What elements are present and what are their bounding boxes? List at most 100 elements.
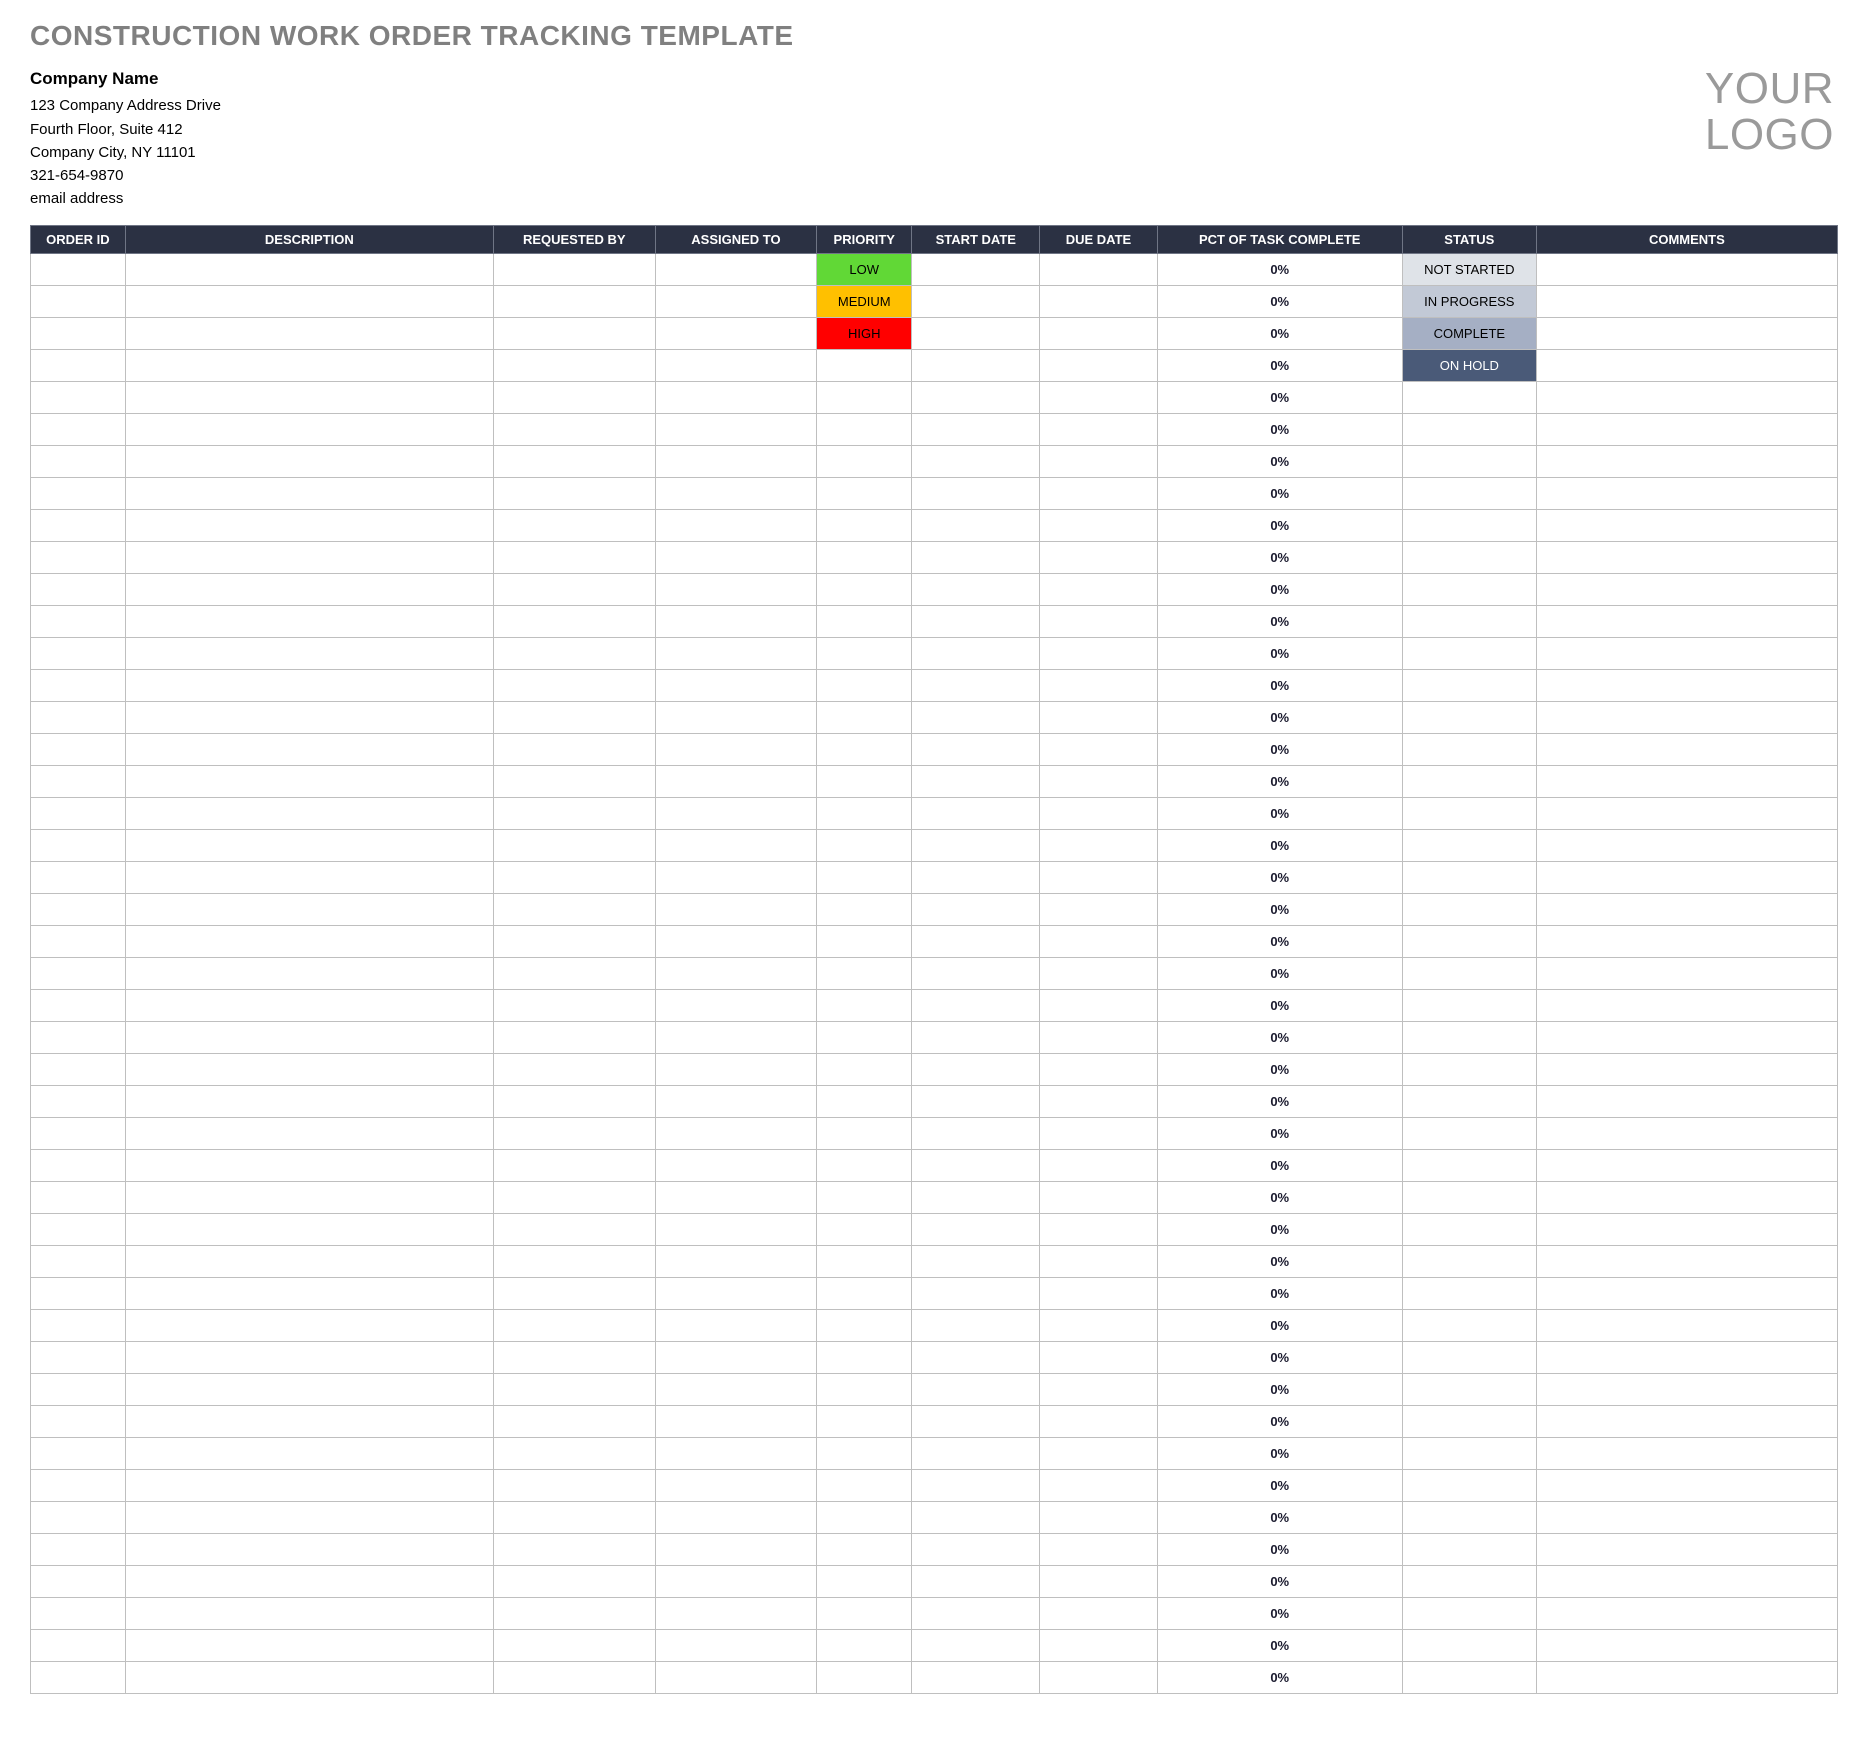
cell-due-date[interactable] (1040, 605, 1157, 637)
cell-pct-complete[interactable]: 0% (1157, 1021, 1402, 1053)
cell-start-date[interactable] (912, 509, 1040, 541)
cell-description[interactable] (125, 797, 493, 829)
cell-order-id[interactable] (31, 573, 126, 605)
cell-comments[interactable] (1536, 1341, 1837, 1373)
cell-assigned-to[interactable] (655, 893, 817, 925)
cell-requested-by[interactable] (493, 1149, 655, 1181)
cell-order-id[interactable] (31, 1149, 126, 1181)
cell-due-date[interactable] (1040, 1309, 1157, 1341)
cell-comments[interactable] (1536, 1053, 1837, 1085)
cell-status[interactable] (1402, 541, 1536, 573)
cell-requested-by[interactable] (493, 317, 655, 349)
cell-pct-complete[interactable]: 0% (1157, 765, 1402, 797)
cell-assigned-to[interactable] (655, 1629, 817, 1661)
cell-priority[interactable] (817, 605, 912, 637)
cell-due-date[interactable] (1040, 541, 1157, 573)
cell-status[interactable] (1402, 381, 1536, 413)
cell-priority[interactable] (817, 1629, 912, 1661)
cell-order-id[interactable] (31, 733, 126, 765)
cell-pct-complete[interactable]: 0% (1157, 989, 1402, 1021)
cell-order-id[interactable] (31, 381, 126, 413)
cell-comments[interactable] (1536, 1021, 1837, 1053)
cell-comments[interactable] (1536, 637, 1837, 669)
cell-priority[interactable] (817, 1437, 912, 1469)
cell-assigned-to[interactable] (655, 861, 817, 893)
cell-comments[interactable] (1536, 1309, 1837, 1341)
cell-comments[interactable] (1536, 285, 1837, 317)
cell-assigned-to[interactable] (655, 957, 817, 989)
cell-pct-complete[interactable]: 0% (1157, 957, 1402, 989)
cell-status[interactable] (1402, 1373, 1536, 1405)
cell-status[interactable]: COMPLETE (1402, 317, 1536, 349)
cell-status[interactable] (1402, 1277, 1536, 1309)
cell-due-date[interactable] (1040, 637, 1157, 669)
cell-order-id[interactable] (31, 765, 126, 797)
cell-order-id[interactable] (31, 701, 126, 733)
cell-due-date[interactable] (1040, 957, 1157, 989)
cell-comments[interactable] (1536, 381, 1837, 413)
cell-status[interactable] (1402, 1437, 1536, 1469)
cell-status[interactable] (1402, 605, 1536, 637)
cell-status[interactable] (1402, 1341, 1536, 1373)
cell-status[interactable] (1402, 1565, 1536, 1597)
cell-assigned-to[interactable] (655, 637, 817, 669)
cell-description[interactable] (125, 1341, 493, 1373)
cell-order-id[interactable] (31, 541, 126, 573)
cell-status[interactable] (1402, 1021, 1536, 1053)
cell-pct-complete[interactable]: 0% (1157, 637, 1402, 669)
cell-priority[interactable] (817, 1277, 912, 1309)
cell-priority[interactable] (817, 1661, 912, 1693)
cell-start-date[interactable] (912, 989, 1040, 1021)
cell-comments[interactable] (1536, 797, 1837, 829)
cell-description[interactable] (125, 989, 493, 1021)
cell-due-date[interactable] (1040, 1565, 1157, 1597)
cell-pct-complete[interactable]: 0% (1157, 925, 1402, 957)
cell-assigned-to[interactable] (655, 1181, 817, 1213)
cell-start-date[interactable] (912, 1309, 1040, 1341)
cell-priority[interactable] (817, 1149, 912, 1181)
cell-order-id[interactable] (31, 1661, 126, 1693)
cell-status[interactable] (1402, 765, 1536, 797)
cell-description[interactable] (125, 1405, 493, 1437)
cell-order-id[interactable] (31, 1245, 126, 1277)
cell-pct-complete[interactable]: 0% (1157, 573, 1402, 605)
cell-comments[interactable] (1536, 1181, 1837, 1213)
cell-assigned-to[interactable] (655, 1565, 817, 1597)
cell-order-id[interactable] (31, 1085, 126, 1117)
cell-status[interactable] (1402, 1245, 1536, 1277)
cell-status[interactable] (1402, 1181, 1536, 1213)
cell-assigned-to[interactable] (655, 733, 817, 765)
cell-start-date[interactable] (912, 413, 1040, 445)
cell-assigned-to[interactable] (655, 829, 817, 861)
cell-comments[interactable] (1536, 701, 1837, 733)
cell-due-date[interactable] (1040, 829, 1157, 861)
cell-order-id[interactable] (31, 1405, 126, 1437)
cell-description[interactable] (125, 1181, 493, 1213)
cell-pct-complete[interactable]: 0% (1157, 317, 1402, 349)
cell-order-id[interactable] (31, 797, 126, 829)
cell-description[interactable] (125, 1533, 493, 1565)
cell-description[interactable] (125, 445, 493, 477)
cell-due-date[interactable] (1040, 1437, 1157, 1469)
cell-due-date[interactable] (1040, 253, 1157, 285)
cell-description[interactable] (125, 317, 493, 349)
cell-comments[interactable] (1536, 1245, 1837, 1277)
cell-order-id[interactable] (31, 317, 126, 349)
cell-status[interactable] (1402, 701, 1536, 733)
cell-start-date[interactable] (912, 893, 1040, 925)
cell-priority[interactable] (817, 701, 912, 733)
cell-description[interactable] (125, 1117, 493, 1149)
cell-priority[interactable] (817, 829, 912, 861)
cell-pct-complete[interactable]: 0% (1157, 829, 1402, 861)
cell-status[interactable] (1402, 1405, 1536, 1437)
cell-status[interactable] (1402, 925, 1536, 957)
cell-order-id[interactable] (31, 349, 126, 381)
cell-requested-by[interactable] (493, 541, 655, 573)
cell-order-id[interactable] (31, 829, 126, 861)
cell-requested-by[interactable] (493, 253, 655, 285)
cell-assigned-to[interactable] (655, 509, 817, 541)
cell-order-id[interactable] (31, 957, 126, 989)
cell-requested-by[interactable] (493, 893, 655, 925)
cell-pct-complete[interactable]: 0% (1157, 605, 1402, 637)
cell-start-date[interactable] (912, 1181, 1040, 1213)
